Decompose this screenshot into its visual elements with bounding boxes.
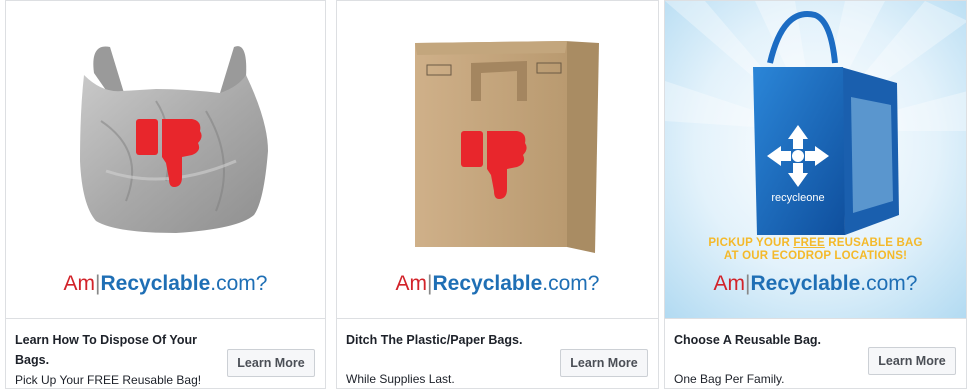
learn-more-button[interactable]: Learn More [227,349,315,377]
ad-headline[interactable]: Choose A Reusable Bag. [674,330,884,350]
ad-headline[interactable]: Ditch The Plastic/Paper Bags. [346,330,556,350]
promo-free: FREE [793,237,825,249]
logo-domain: .com? [210,272,268,295]
amirecyclable-logo: Am|Recyclable.com? [6,272,325,296]
logo-recyclable: Recyclable [100,272,211,295]
logo-domain: .com? [542,272,600,295]
logo-am: Am [395,272,428,295]
ad-footer: Ditch The Plastic/Paper Bags. While Supp… [337,320,658,388]
ad-card-reusable-bag[interactable]: recycleone PICKUP YOUR FREE REUSABLE BAG… [664,0,967,389]
ad-description: One Bag Per Family. [674,372,785,386]
bag-brand-text: recycleone [771,192,824,204]
logo-am: Am [63,272,96,295]
learn-more-button[interactable]: Learn More [868,347,956,375]
ad-description: While Supplies Last. [346,372,455,386]
ad-image[interactable]: Am|Recyclable.com? [337,1,658,319]
logo-domain: .com? [860,272,918,295]
promo-line1-b: REUSABLE BAG [824,237,923,249]
ad-card-plastic-bag[interactable]: Am|Recyclable.com? Learn How To Dispose … [5,0,326,389]
amirecyclable-logo: Am|Recyclable.com? [665,272,966,296]
promo-line1-a: PICKUP YOUR [708,237,794,249]
ad-description: Pick Up Your FREE Reusable Bag! [15,373,202,387]
ad-footer: Learn How To Dispose Of Your Bags. Pick … [6,320,325,388]
ad-image[interactable]: Am|Recyclable.com? [6,1,325,319]
amirecyclable-logo: Am|Recyclable.com? [337,272,658,296]
promo-line2: AT OUR ECODROP LOCATIONS! [723,250,908,262]
promo-text: PICKUP YOUR FREE REUSABLE BAG AT OUR ECO… [665,237,966,263]
ad-image[interactable]: recycleone PICKUP YOUR FREE REUSABLE BAG… [665,1,966,319]
logo-recyclable: Recyclable [432,272,543,295]
ad-headline[interactable]: Learn How To Dispose Of Your Bags. [15,330,225,370]
logo-recyclable: Recyclable [750,272,861,295]
learn-more-button[interactable]: Learn More [560,349,648,377]
ad-card-paper-bag[interactable]: Am|Recyclable.com? Ditch The Plastic/Pap… [336,0,659,389]
logo-am: Am [713,272,746,295]
ad-footer: Choose A Reusable Bag. One Bag Per Famil… [665,320,966,388]
